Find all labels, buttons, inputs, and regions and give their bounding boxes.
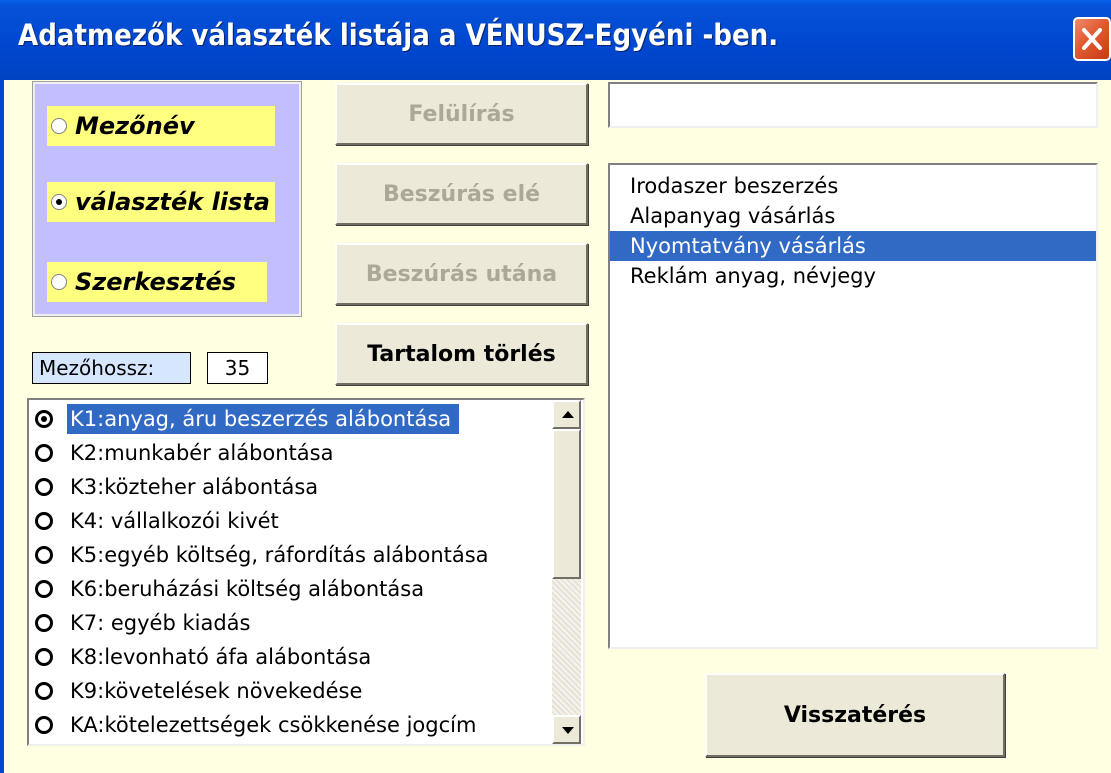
list-item[interactable]: K7: egyéb kiadás <box>35 608 259 638</box>
list-item-label: K6:beruházási költség alábontása <box>70 577 425 601</box>
close-button[interactable] <box>1073 17 1111 61</box>
list-item-label: K4: vállalkozói kivét <box>70 509 279 533</box>
list-item[interactable]: K3:közteher alábontása <box>35 472 326 502</box>
list-item-label: K5:egyéb költség, ráfordítás alábontása <box>70 543 489 567</box>
radio-choice-list[interactable]: választék lista <box>47 182 275 222</box>
radio-label: Szerkesztés <box>75 268 237 296</box>
option-icon <box>35 478 53 496</box>
mode-radio-group: Mezőnév választék lista Szerkesztés <box>32 81 302 317</box>
radio-field-name[interactable]: Mezőnév <box>47 106 275 146</box>
option-icon <box>35 580 53 598</box>
back-button[interactable]: Visszatérés <box>705 673 1005 757</box>
insert-before-button[interactable]: Beszúrás elé <box>335 163 588 225</box>
radio-button-selected-icon <box>51 194 67 210</box>
list-item-label: K8:levonható áfa alábontása <box>70 645 372 669</box>
list-item[interactable]: Irodaszer beszerzés <box>610 171 1096 201</box>
option-icon <box>35 614 53 632</box>
window-border <box>0 80 4 773</box>
option-selected-icon <box>35 410 53 428</box>
radio-button-icon <box>51 118 67 134</box>
field-length-value: 35 <box>207 352 268 384</box>
clear-content-button[interactable]: Tartalom törlés <box>335 323 588 385</box>
list-item-selected[interactable]: Nyomtatvány vásárlás <box>610 231 1096 261</box>
list-item[interactable]: Reklám anyag, névjegy <box>610 261 1096 291</box>
list-item-label: K1:anyag, áru beszerzés alábontása <box>67 404 460 434</box>
radio-label: választék lista <box>75 188 270 216</box>
list-item[interactable]: Alapanyag vásárlás <box>610 201 1096 231</box>
option-icon <box>35 716 53 734</box>
insert-after-button[interactable]: Beszúrás utána <box>335 243 588 305</box>
list-item[interactable]: K5:egyéb költség, ráfordítás alábontása <box>35 540 497 570</box>
list-item-label: K7: egyéb kiadás <box>70 611 251 635</box>
arrow-up-icon <box>562 411 574 418</box>
list-item-selected[interactable]: K1:anyag, áru beszerzés alábontása <box>35 404 460 434</box>
list-item-label: KA:kötelezettségek csökkenése jogcím <box>70 713 477 737</box>
field-listbox[interactable]: K1:anyag, áru beszerzés alábontása K2:mu… <box>27 398 585 746</box>
list-item[interactable]: K4: vállalkozói kivét <box>35 506 287 536</box>
window-title: Adatmezők választék listája a VÉNUSZ-Egy… <box>18 18 779 52</box>
list-item[interactable]: K9:követelések növekedése <box>35 676 370 706</box>
option-icon <box>35 546 53 564</box>
list-item[interactable]: KA:kötelezettségek csökkenése jogcím <box>35 710 484 740</box>
list-item-label: K9:követelések növekedése <box>70 679 363 703</box>
arrow-down-icon <box>562 727 574 734</box>
list-item[interactable]: K6:beruházási költség alábontása <box>35 574 432 604</box>
scroll-up-button[interactable] <box>552 400 581 429</box>
option-icon <box>35 512 53 530</box>
list-item[interactable]: K2:munkabér alábontása <box>35 438 341 468</box>
option-icon <box>35 682 53 700</box>
option-icon <box>35 648 53 666</box>
list-item-label: K3:közteher alábontása <box>70 475 319 499</box>
scroll-down-button[interactable] <box>552 715 581 744</box>
title-bar: Adatmezők választék listája a VÉNUSZ-Egy… <box>0 0 1111 80</box>
vertical-scrollbar[interactable] <box>552 400 581 744</box>
option-icon <box>35 444 53 462</box>
list-item-label: K2:munkabér alábontása <box>70 441 334 465</box>
radio-label: Mezőnév <box>75 112 195 140</box>
edit-text-input[interactable] <box>608 82 1098 128</box>
field-length-label: Mezőhossz: <box>32 352 191 384</box>
radio-edit[interactable]: Szerkesztés <box>47 262 267 302</box>
choice-listbox[interactable]: Irodaszer beszerzés Alapanyag vásárlás N… <box>608 163 1098 649</box>
overwrite-button[interactable]: Felülírás <box>335 83 588 145</box>
radio-button-icon <box>51 274 67 290</box>
close-icon <box>1082 28 1102 50</box>
list-item[interactable]: K8:levonható áfa alábontása <box>35 642 379 672</box>
scroll-thumb[interactable] <box>552 429 581 579</box>
